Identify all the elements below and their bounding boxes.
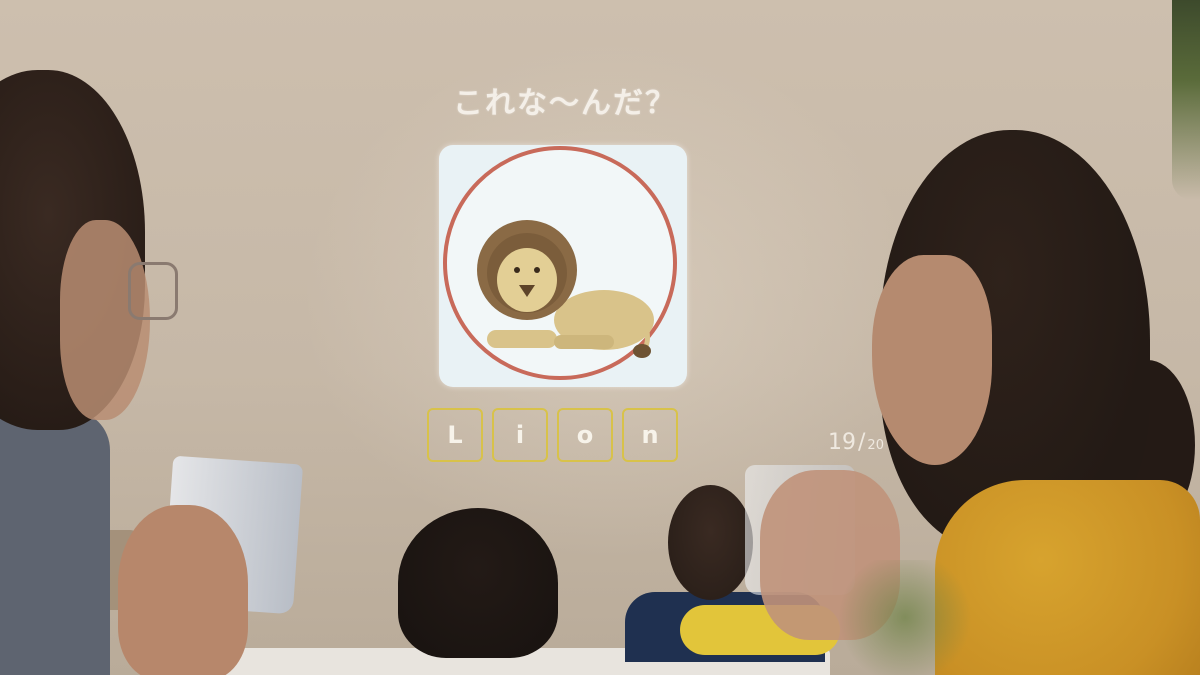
progress-current: 19 [828,430,856,455]
man-hand [118,505,248,675]
quiz-image-card [439,145,687,387]
letter-tile: i [492,408,548,462]
progress-total: 20 [867,438,884,453]
progress-separator: / [858,430,866,455]
answer-letters: L i o n [427,408,678,462]
letter-tile: n [622,408,678,462]
child-head-left [398,508,558,658]
quiz-question: これな〜んだ？ [453,86,677,121]
plant-leaves [1172,0,1200,200]
lion-icon [477,220,654,358]
glasses [128,262,178,320]
plant-foreground [830,560,980,675]
letter-tile: o [557,408,613,462]
letter-tile: L [427,408,483,462]
man-body [0,410,110,675]
man-face [60,220,150,420]
question-progress: 19/20 [828,430,884,455]
living-room-scene: これな〜んだ？ L i o n 19/20 [0,0,1200,675]
child-head-right [668,485,753,600]
woman-face [872,255,992,465]
